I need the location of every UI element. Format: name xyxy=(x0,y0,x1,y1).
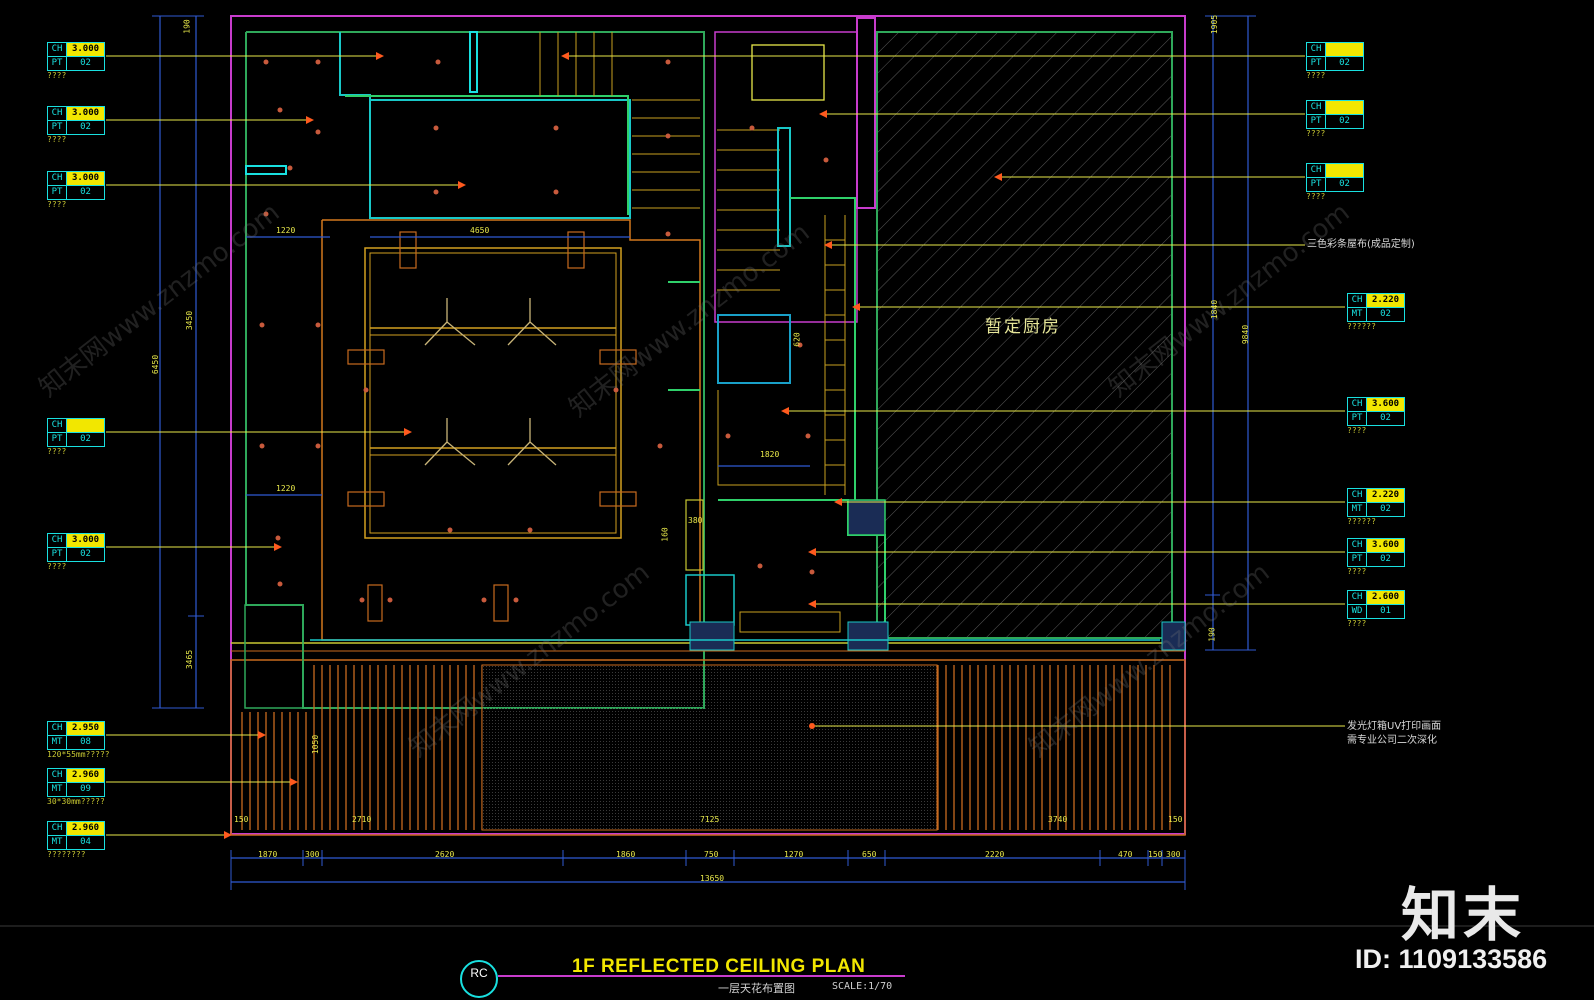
lightbox-note-1: 发光灯箱UV打印画面 xyxy=(1347,721,1442,732)
dim-label: 150 xyxy=(234,815,249,824)
ceiling-tag: CH 2.960 MT 09 30*30mm????? xyxy=(47,768,105,806)
brand-id: ID: 1109133586 xyxy=(1355,944,1548,974)
dim-label: 1050 xyxy=(311,734,321,755)
dim-label: 4650 xyxy=(470,226,490,235)
dim-label: 750 xyxy=(704,850,719,859)
dim-label: 150 xyxy=(1148,850,1163,859)
ceiling-tag: CH 3.000 PT 02 ???? xyxy=(47,171,105,210)
ceiling-tag: CH 2.950 MT 08 120*55mm????? xyxy=(47,721,110,759)
dim-label: 2620 xyxy=(435,850,455,859)
dim-label: 1860 xyxy=(616,850,636,859)
dim-label: 1905 xyxy=(1210,14,1220,35)
ceiling-tag: CH 2.220 MT 02 ?????? xyxy=(1347,488,1405,527)
dim-label: 1270 xyxy=(784,850,804,859)
dim-label: 650 xyxy=(862,850,877,859)
dim-label: 1840 xyxy=(1210,299,1220,320)
dim-label: 9840 xyxy=(1241,324,1251,345)
ceiling-tag: CH PT 02 ???? xyxy=(47,418,105,457)
drawing-title: 1F REFLECTED CEILING PLAN xyxy=(572,956,866,977)
ceiling-tag: CH 3.000 PT 02 ???? xyxy=(47,533,105,572)
kitchen-label: 暂定厨房 xyxy=(985,317,1061,337)
ceiling-tag: CH 2.220 MT 02 ?????? xyxy=(1347,293,1405,332)
dim-label: 150 xyxy=(1168,815,1183,824)
dim-label: 6450 xyxy=(151,354,161,375)
dim-label: 470 xyxy=(1118,850,1133,859)
ceiling-tag: CH 3.000 PT 02 ???? xyxy=(47,106,105,145)
dim-label: 3450 xyxy=(185,310,195,331)
ceiling-tag: CH 3.600 PT 02 ???? xyxy=(1347,538,1405,577)
dim-label: 2710 xyxy=(352,815,372,824)
dim-label: 1870 xyxy=(258,850,278,859)
dim-label: 300 xyxy=(305,850,320,859)
dim-label: 1220 xyxy=(276,226,296,235)
dim-label: 160 xyxy=(660,527,670,542)
dim-label: 1820 xyxy=(760,450,780,459)
drawing-subtitle: 一层天花布置图 xyxy=(718,982,795,995)
lightbox-note-2: 需专业公司二次深化 xyxy=(1347,735,1437,746)
dim-label: 380 xyxy=(688,516,703,525)
ceiling-tag: CH PT 02 ???? xyxy=(1306,42,1364,81)
dim-label: 620 xyxy=(792,332,802,347)
dim-label: 3465 xyxy=(185,649,195,670)
drawing-scale: SCALE:1/70 xyxy=(832,981,893,992)
drawing-callout-symbol: RC xyxy=(460,960,498,998)
dim-total: 13650 xyxy=(700,874,725,883)
ceiling-tag: CH 2.960 MT 04 ???????? xyxy=(47,821,105,860)
ceiling-tag: CH 2.600 WD 01 ???? xyxy=(1347,590,1405,629)
dim-label: 1220 xyxy=(276,484,296,493)
ceiling-tag: CH PT 02 ???? xyxy=(1306,100,1364,139)
lightbox-panel xyxy=(481,664,938,831)
dim-label: 7125 xyxy=(700,815,720,824)
dim-label: 190 xyxy=(182,19,192,34)
tricolor-note: 三色彩条屋布(成品定制) xyxy=(1307,239,1415,250)
ceiling-tag: CH 3.600 PT 02 ???? xyxy=(1347,397,1405,436)
dim-label: 2220 xyxy=(985,850,1005,859)
ceiling-tag: CH 3.000 PT 02 ???? xyxy=(47,42,105,81)
dim-label: 300 xyxy=(1166,850,1181,859)
brand-logo: 知末 xyxy=(1401,881,1526,949)
dim-label: 3740 xyxy=(1048,815,1068,824)
dim-label: 190 xyxy=(1207,627,1217,642)
ceiling-tag: CH PT 02 ???? xyxy=(1306,163,1364,202)
